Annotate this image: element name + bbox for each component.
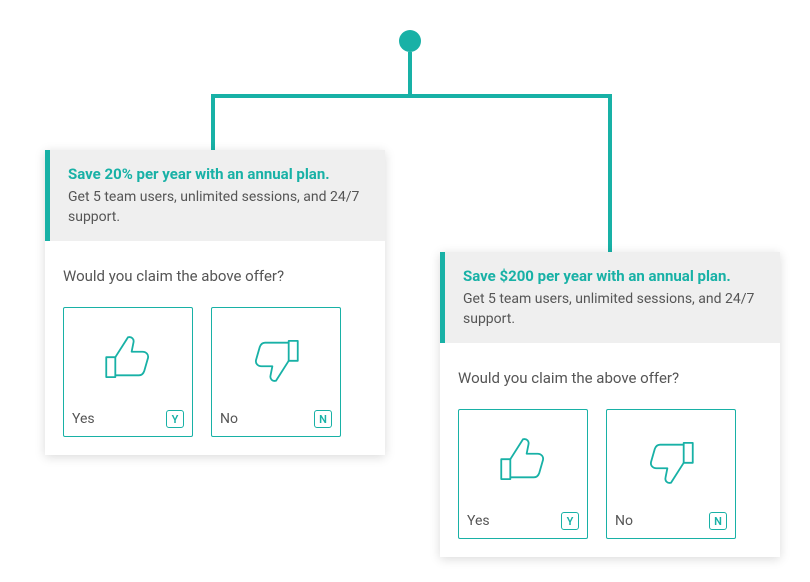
option-footer: No N [607, 506, 735, 538]
tree-stem-line [408, 52, 412, 94]
option-yes-label: Yes [467, 513, 490, 529]
offer-title: Save $200 per year with an annual plan. [463, 266, 762, 286]
offer-subtitle: Get 5 team users, unlimited sessions, an… [463, 290, 762, 329]
survey-options: Yes Y No N [63, 307, 367, 437]
option-yes[interactable]: Yes Y [458, 409, 588, 539]
thumbs-up-icon [99, 308, 157, 404]
tree-left-drop-line [211, 94, 215, 152]
thumbs-down-icon [247, 308, 305, 404]
offer-card-right: Save $200 per year with an annual plan. … [440, 252, 780, 557]
diagram-canvas: Save 20% per year with an annual plan. G… [0, 0, 810, 582]
option-no[interactable]: No N [211, 307, 341, 437]
option-no-label: No [220, 411, 238, 427]
thumbs-up-icon [494, 410, 552, 506]
tree-root-node [399, 30, 421, 52]
survey-question: Would you claim the above offer? [458, 369, 762, 387]
option-footer: Yes Y [459, 506, 587, 538]
survey-question: Would you claim the above offer? [63, 267, 367, 285]
option-no-key: N [709, 512, 727, 530]
offer-header: Save $200 per year with an annual plan. … [440, 252, 780, 343]
option-no-key: N [314, 410, 332, 428]
offer-body: Would you claim the above offer? Yes Y [45, 241, 385, 455]
offer-subtitle: Get 5 team users, unlimited sessions, an… [68, 188, 367, 227]
offer-card-left: Save 20% per year with an annual plan. G… [45, 150, 385, 455]
tree-right-drop-line [608, 94, 612, 254]
offer-title: Save 20% per year with an annual plan. [68, 164, 367, 184]
survey-options: Yes Y No N [458, 409, 762, 539]
tree-horizontal-line [211, 94, 612, 98]
option-no[interactable]: No N [606, 409, 736, 539]
option-yes-key: Y [561, 512, 579, 530]
thumbs-down-icon [642, 410, 700, 506]
option-no-label: No [615, 513, 633, 529]
option-yes[interactable]: Yes Y [63, 307, 193, 437]
option-footer: No N [212, 404, 340, 436]
offer-header: Save 20% per year with an annual plan. G… [45, 150, 385, 241]
option-yes-key: Y [166, 410, 184, 428]
option-yes-label: Yes [72, 411, 95, 427]
option-footer: Yes Y [64, 404, 192, 436]
offer-body: Would you claim the above offer? Yes Y [440, 343, 780, 557]
